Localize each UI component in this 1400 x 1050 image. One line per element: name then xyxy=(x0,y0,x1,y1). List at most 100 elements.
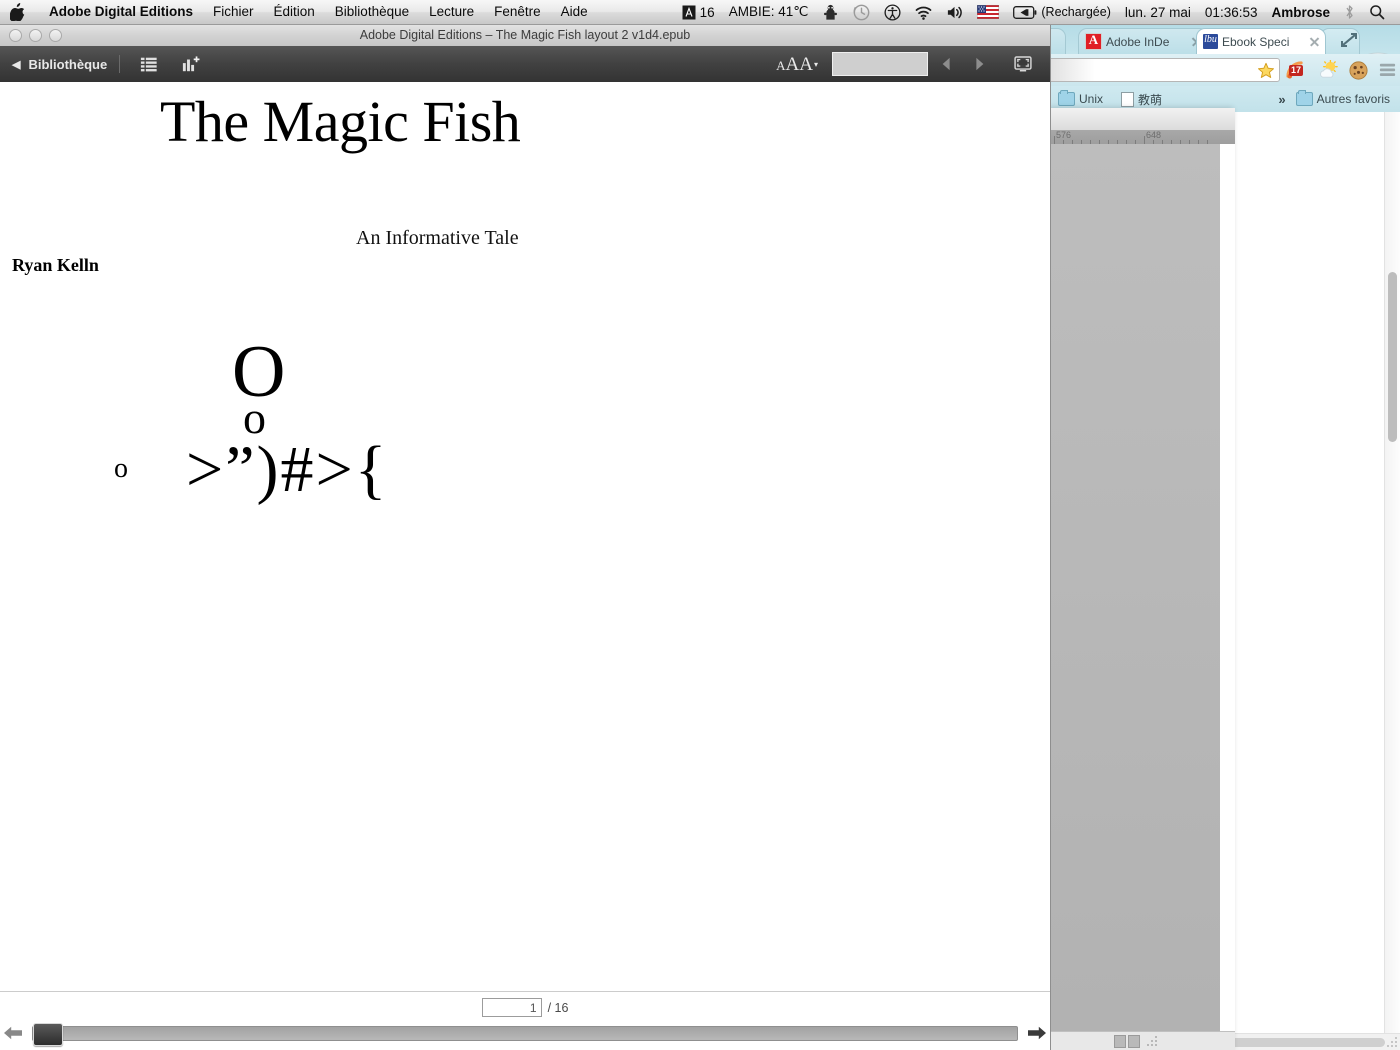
menubar-item-edition[interactable]: Édition xyxy=(264,0,325,24)
add-bookmark-icon xyxy=(183,56,200,72)
page-slider-row xyxy=(0,1020,1050,1046)
menubar-item-bibliotheque[interactable]: Bibliothèque xyxy=(325,0,419,24)
menubar-date[interactable]: lun. 27 mai xyxy=(1118,5,1198,20)
close-icon[interactable] xyxy=(1308,35,1321,48)
page-icon xyxy=(1121,91,1135,107)
chrome-tab-partial[interactable] xyxy=(1050,28,1066,54)
folder-icon xyxy=(1295,90,1313,106)
book-subtitle: An Informative Tale xyxy=(356,227,519,249)
vertical-scrollbar[interactable] xyxy=(1384,112,1400,1050)
status-volume[interactable] xyxy=(939,4,970,21)
chevron-down-icon: ▾ xyxy=(813,59,818,69)
page-number-input[interactable] xyxy=(481,998,542,1017)
app-badge-value: 16 xyxy=(699,4,715,20)
next-page-button[interactable] xyxy=(966,51,992,77)
add-bookmark-button[interactable] xyxy=(178,51,204,77)
indesign-ruler: 576 648 xyxy=(1050,130,1235,145)
resize-grip-icon[interactable] xyxy=(1386,1036,1398,1048)
vertical-scrollbar-thumb[interactable] xyxy=(1388,272,1397,442)
slider-previous-button[interactable] xyxy=(0,1022,26,1044)
bookmark-label: Unix xyxy=(1079,92,1104,106)
ascii-bubble-tiny: o xyxy=(114,453,128,484)
menubar-item-lecture[interactable]: Lecture xyxy=(419,0,484,24)
status-ambient-temp[interactable]: AMBIE: 41℃ xyxy=(722,4,816,20)
zoom-button[interactable] xyxy=(49,28,62,42)
page-slider-track[interactable] xyxy=(32,1022,1018,1046)
maximize-icon[interactable] xyxy=(1340,32,1358,48)
ascii-fish-body: >”)#>{ xyxy=(186,433,389,506)
indesign-canvas[interactable] xyxy=(1050,144,1220,1034)
chrome-tab-ebook-spec[interactable]: Ebook Speci xyxy=(1196,28,1326,54)
slider-next-icon xyxy=(1028,1026,1046,1040)
chrome-tab-adobe-indesign[interactable]: Adobe InDe xyxy=(1078,28,1208,54)
font-size-label: AA xyxy=(785,53,813,75)
status-accessibility[interactable] xyxy=(877,3,908,21)
menubar-user[interactable]: Ambrose xyxy=(1264,5,1337,20)
search-input[interactable] xyxy=(832,52,928,76)
adobe-indesign-favicon xyxy=(1085,32,1102,50)
page-indicator: / 16 xyxy=(0,998,1050,1017)
address-bar[interactable] xyxy=(1050,58,1280,82)
bookmark-star-icon[interactable] xyxy=(1257,62,1275,80)
cookie-icon[interactable] xyxy=(1348,60,1369,81)
ruler-mark: 648 xyxy=(1146,130,1162,140)
menubar-time[interactable]: 01:36:53 xyxy=(1198,5,1265,20)
page-slider-thumb[interactable] xyxy=(33,1022,63,1046)
weather-icon[interactable] xyxy=(1318,60,1339,81)
bookmark-other-favorites[interactable]: Autres favoris xyxy=(1295,90,1390,106)
menubar-app-name[interactable]: Adobe Digital Editions xyxy=(39,0,203,24)
menubar-item-fichier[interactable]: Fichier xyxy=(203,0,264,24)
close-button[interactable] xyxy=(9,28,22,42)
bookmarks-overflow-icon[interactable]: » xyxy=(1278,92,1285,107)
book-author: Ryan Kelln xyxy=(12,255,99,275)
minimize-button[interactable] xyxy=(29,28,42,42)
apple-logo-icon[interactable] xyxy=(10,3,25,21)
bookmark-cjk[interactable]: 教萌 xyxy=(1121,91,1162,108)
menubar-item-fenetre[interactable]: Fenêtre xyxy=(484,0,551,24)
indesign-play-button[interactable] xyxy=(1128,1035,1140,1048)
us-flag-icon xyxy=(977,5,1000,19)
status-time-machine[interactable] xyxy=(846,4,877,21)
status-input-language[interactable] xyxy=(970,5,1006,19)
next-page-icon xyxy=(976,57,984,71)
ebook-page-content[interactable]: The Magic Fish An Informative Tale Ryan … xyxy=(0,82,1050,992)
status-dropbox[interactable] xyxy=(815,4,846,21)
window-title: Adobe Digital Editions – The Magic Fish … xyxy=(359,28,691,42)
volume-icon xyxy=(948,6,963,18)
chrome-menu-icon[interactable] xyxy=(1378,60,1397,79)
mac-menu-bar: Adobe Digital Editions Fichier Édition B… xyxy=(0,0,1400,25)
slider-next-button[interactable] xyxy=(1024,1022,1050,1044)
menubar-item-aide[interactable]: Aide xyxy=(551,0,598,24)
spotlight-search-icon xyxy=(1370,5,1385,20)
app-monitor-icon xyxy=(682,5,696,19)
ade-toolbar-right: A AA ▾ xyxy=(776,51,1050,77)
fullscreen-icon xyxy=(1014,56,1032,72)
library-back-button[interactable]: ◀ Bibliothèque xyxy=(12,57,107,72)
status-bluetooth[interactable] xyxy=(1337,4,1362,20)
ade-titlebar[interactable]: Adobe Digital Editions – The Magic Fish … xyxy=(0,24,1050,47)
bookmark-label: Autres favoris xyxy=(1316,92,1390,106)
spotlight-search-button[interactable] xyxy=(1362,4,1392,20)
indesign-titlebar xyxy=(1050,108,1235,131)
chrome-tab-label: Ebook Speci xyxy=(1222,34,1290,49)
previous-page-button[interactable] xyxy=(934,51,960,77)
indesign-window: 576 648 xyxy=(1050,108,1235,1050)
font-size-button[interactable]: A AA ▾ xyxy=(776,55,818,74)
table-of-contents-button[interactable] xyxy=(136,51,162,77)
fullscreen-button[interactable] xyxy=(1010,51,1036,77)
window-traffic-lights xyxy=(9,28,62,42)
time-machine-icon xyxy=(854,4,870,20)
status-app-badge[interactable]: 16 xyxy=(675,5,722,20)
rss-badge-count: 17 xyxy=(1289,65,1304,76)
dropbox-icon xyxy=(824,4,838,20)
status-battery[interactable]: (Rechargée) xyxy=(1006,5,1117,19)
status-wifi[interactable] xyxy=(908,4,939,21)
bookmark-unix[interactable]: Unix xyxy=(1058,90,1104,106)
resize-grip-icon[interactable] xyxy=(1146,1035,1158,1047)
battery-status-label: (Rechargée) xyxy=(1041,5,1111,19)
indesign-pause-button[interactable] xyxy=(1114,1035,1126,1048)
ascii-fish-illustration: O o o >”)#>{ xyxy=(0,277,520,503)
ruler-mark: 576 xyxy=(1056,130,1072,140)
indesign-page xyxy=(1220,144,1235,1034)
page-total-label: / 16 xyxy=(547,1000,569,1015)
